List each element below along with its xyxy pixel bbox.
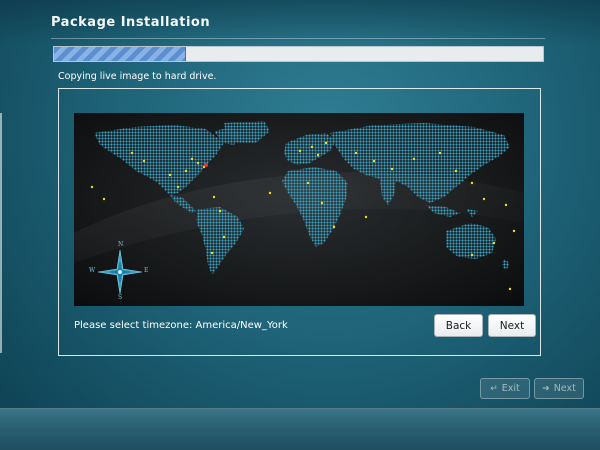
next-arrow-icon: ➔	[542, 383, 550, 394]
page-title: Package Installation	[51, 15, 211, 30]
wizard-next-button[interactable]: ➔ Next	[534, 378, 584, 399]
continent-north-america[interactable]	[94, 125, 242, 195]
install-progress-bar	[53, 46, 544, 62]
next-button[interactable]: Next	[488, 314, 536, 337]
continent-australia[interactable]	[446, 223, 496, 259]
compass-north-label: N	[118, 241, 124, 248]
compass-rose: N S E W	[89, 241, 149, 301]
left-edge-divider	[0, 113, 2, 353]
exit-button-label: Exit	[501, 383, 520, 394]
wizard-next-label: Next	[553, 383, 576, 394]
back-button[interactable]: Back	[434, 314, 483, 337]
step-indicator-bar	[0, 408, 600, 450]
exit-arrow-icon: ↵	[490, 383, 498, 394]
selected-city-marker[interactable]	[204, 163, 208, 167]
step-dots	[0, 409, 600, 450]
compass-rose-icon	[97, 249, 143, 295]
install-progress-fill	[54, 47, 187, 61]
title-divider	[51, 38, 545, 39]
compass-west-label: W	[89, 267, 96, 274]
compass-south-label: S	[118, 294, 123, 301]
compass-east-label: E	[144, 267, 149, 274]
install-status-message: Copying live image to hard drive.	[58, 71, 217, 82]
continent-south-america[interactable]	[196, 207, 244, 275]
exit-button[interactable]: ↵ Exit	[480, 378, 530, 399]
continent-europe[interactable]	[284, 133, 336, 165]
timezone-world-map[interactable]: N S E W	[74, 113, 524, 306]
timezone-prompt: Please select timezone: America/New_York	[74, 320, 288, 331]
continent-new-zealand[interactable]	[502, 259, 510, 271]
